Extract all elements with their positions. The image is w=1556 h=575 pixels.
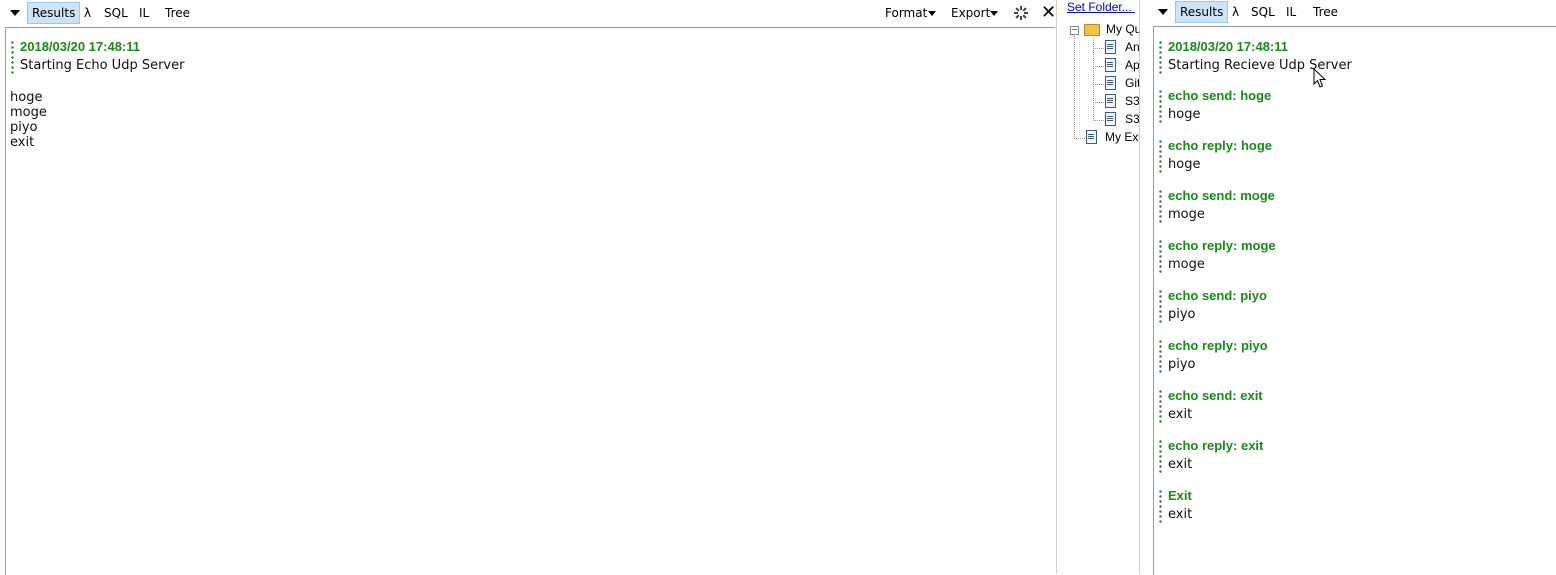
tree-connector <box>1093 48 1105 49</box>
right-output-area: 2018/03/20 17:48:11 Starting Recieve Udp… <box>1153 26 1556 575</box>
tree-item-label: An <box>1125 40 1140 54</box>
tab-tree[interactable]: Tree <box>165 3 190 23</box>
tree-connector <box>1093 66 1105 67</box>
format-menu[interactable]: Format <box>885 3 927 23</box>
block-body: exit <box>1168 457 1193 472</box>
tab-lambda[interactable]: λ <box>84 3 91 23</box>
block-heading: echo reply: moge <box>1168 238 1276 253</box>
query-tree-panel: Set Folder... S − My Qu An Ap Git S3I S3… <box>1056 0 1141 574</box>
tree-item-label: Ap <box>1125 58 1140 72</box>
tab-results[interactable]: Results <box>27 2 81 24</box>
tree-ext-label: My Ext <box>1105 130 1141 144</box>
block-heading: Exit <box>1168 488 1192 503</box>
block-marker <box>1159 89 1162 123</box>
block-marker <box>1159 339 1162 373</box>
tab-tree[interactable]: Tree <box>1313 2 1338 22</box>
block-marker <box>1159 389 1162 423</box>
left-results-pane: Results λ SQL IL Tree Format Export ✕ 20… <box>0 0 1056 575</box>
tab-il[interactable]: IL <box>139 3 149 23</box>
tree-root-label: My Qu <box>1106 22 1141 36</box>
tree-connector <box>1074 138 1086 139</box>
tab-sql[interactable]: SQL <box>1251 2 1275 22</box>
block-body: piyo <box>1168 307 1196 322</box>
collapse-arrow-icon[interactable] <box>10 10 20 16</box>
tree-connector <box>1093 120 1105 121</box>
block-body: moge <box>1168 207 1205 222</box>
close-icon[interactable]: ✕ <box>1041 4 1056 22</box>
block-marker <box>1159 239 1162 273</box>
right-toolbar: Results λ SQL IL Tree <box>1153 0 1556 26</box>
tree-collapse-toggle[interactable]: − <box>1070 26 1079 35</box>
export-label: Export <box>951 6 991 20</box>
query-file-icon <box>1105 76 1116 90</box>
tab-lambda[interactable]: λ <box>1232 2 1239 22</box>
block-body: hoge <box>1168 107 1201 122</box>
block-marker <box>1159 489 1162 523</box>
tab-sql[interactable]: SQL <box>104 3 128 23</box>
output-line: moge <box>10 105 47 120</box>
tab-il[interactable]: IL <box>1286 2 1296 22</box>
mouse-cursor-icon <box>1313 68 1327 88</box>
block-body: hoge <box>1168 157 1201 172</box>
tree-connector <box>1074 36 1075 138</box>
block-heading: echo send: moge <box>1168 188 1275 203</box>
block-heading: 2018/03/20 17:48:11 <box>1168 39 1288 54</box>
block-heading: 2018/03/20 17:48:11 <box>20 39 140 54</box>
block-heading: echo send: exit <box>1168 388 1263 403</box>
tree-connector <box>1093 102 1105 103</box>
query-file-icon <box>1105 112 1116 126</box>
tab-results[interactable]: Results <box>1175 1 1229 23</box>
folder-icon <box>1084 24 1100 36</box>
query-file-icon <box>1105 58 1116 72</box>
block-heading: echo reply: piyo <box>1168 338 1268 353</box>
block-heading: echo reply: hoge <box>1168 138 1273 153</box>
extensions-file-icon <box>1086 130 1097 144</box>
busy-spinner-icon <box>1014 6 1028 20</box>
block-body: piyo <box>1168 357 1196 372</box>
query-file-icon <box>1105 40 1116 54</box>
format-label: Format <box>885 6 928 20</box>
block-body: Starting Echo Udp Server <box>20 58 185 73</box>
export-dropdown-icon <box>990 11 998 16</box>
block-body: exit <box>1168 507 1193 522</box>
block-marker <box>1159 439 1162 473</box>
block-body: moge <box>1168 257 1205 272</box>
panel-splitter[interactable] <box>1139 0 1154 574</box>
block-marker <box>1159 139 1162 173</box>
output-line: exit <box>10 135 35 150</box>
left-toolbar: Results λ SQL IL Tree Format Export ✕ <box>0 0 1056 26</box>
set-folder-label: Set Folder... <box>1067 0 1132 14</box>
block-marker <box>1159 40 1162 74</box>
block-marker <box>1159 189 1162 223</box>
output-line: piyo <box>10 120 38 135</box>
block-heading: echo reply: exit <box>1168 438 1264 453</box>
block-body: exit <box>1168 407 1193 422</box>
block-marker <box>1159 289 1162 323</box>
format-dropdown-icon <box>928 11 936 16</box>
block-heading: echo send: hoge <box>1168 88 1272 103</box>
block-heading: echo send: piyo <box>1168 288 1267 303</box>
collapse-arrow-icon[interactable] <box>1158 9 1168 15</box>
tree-connector <box>1093 84 1105 85</box>
query-file-icon <box>1105 94 1116 108</box>
output-line: hoge <box>10 90 43 105</box>
set-folder-link[interactable]: Set Folder... S <box>1067 0 1141 14</box>
left-output-area: 2018/03/20 17:48:11 Starting Echo Udp Se… <box>5 27 1055 575</box>
tree-connector <box>1093 38 1094 120</box>
block-marker <box>11 40 14 74</box>
export-menu[interactable]: Export <box>951 3 990 23</box>
